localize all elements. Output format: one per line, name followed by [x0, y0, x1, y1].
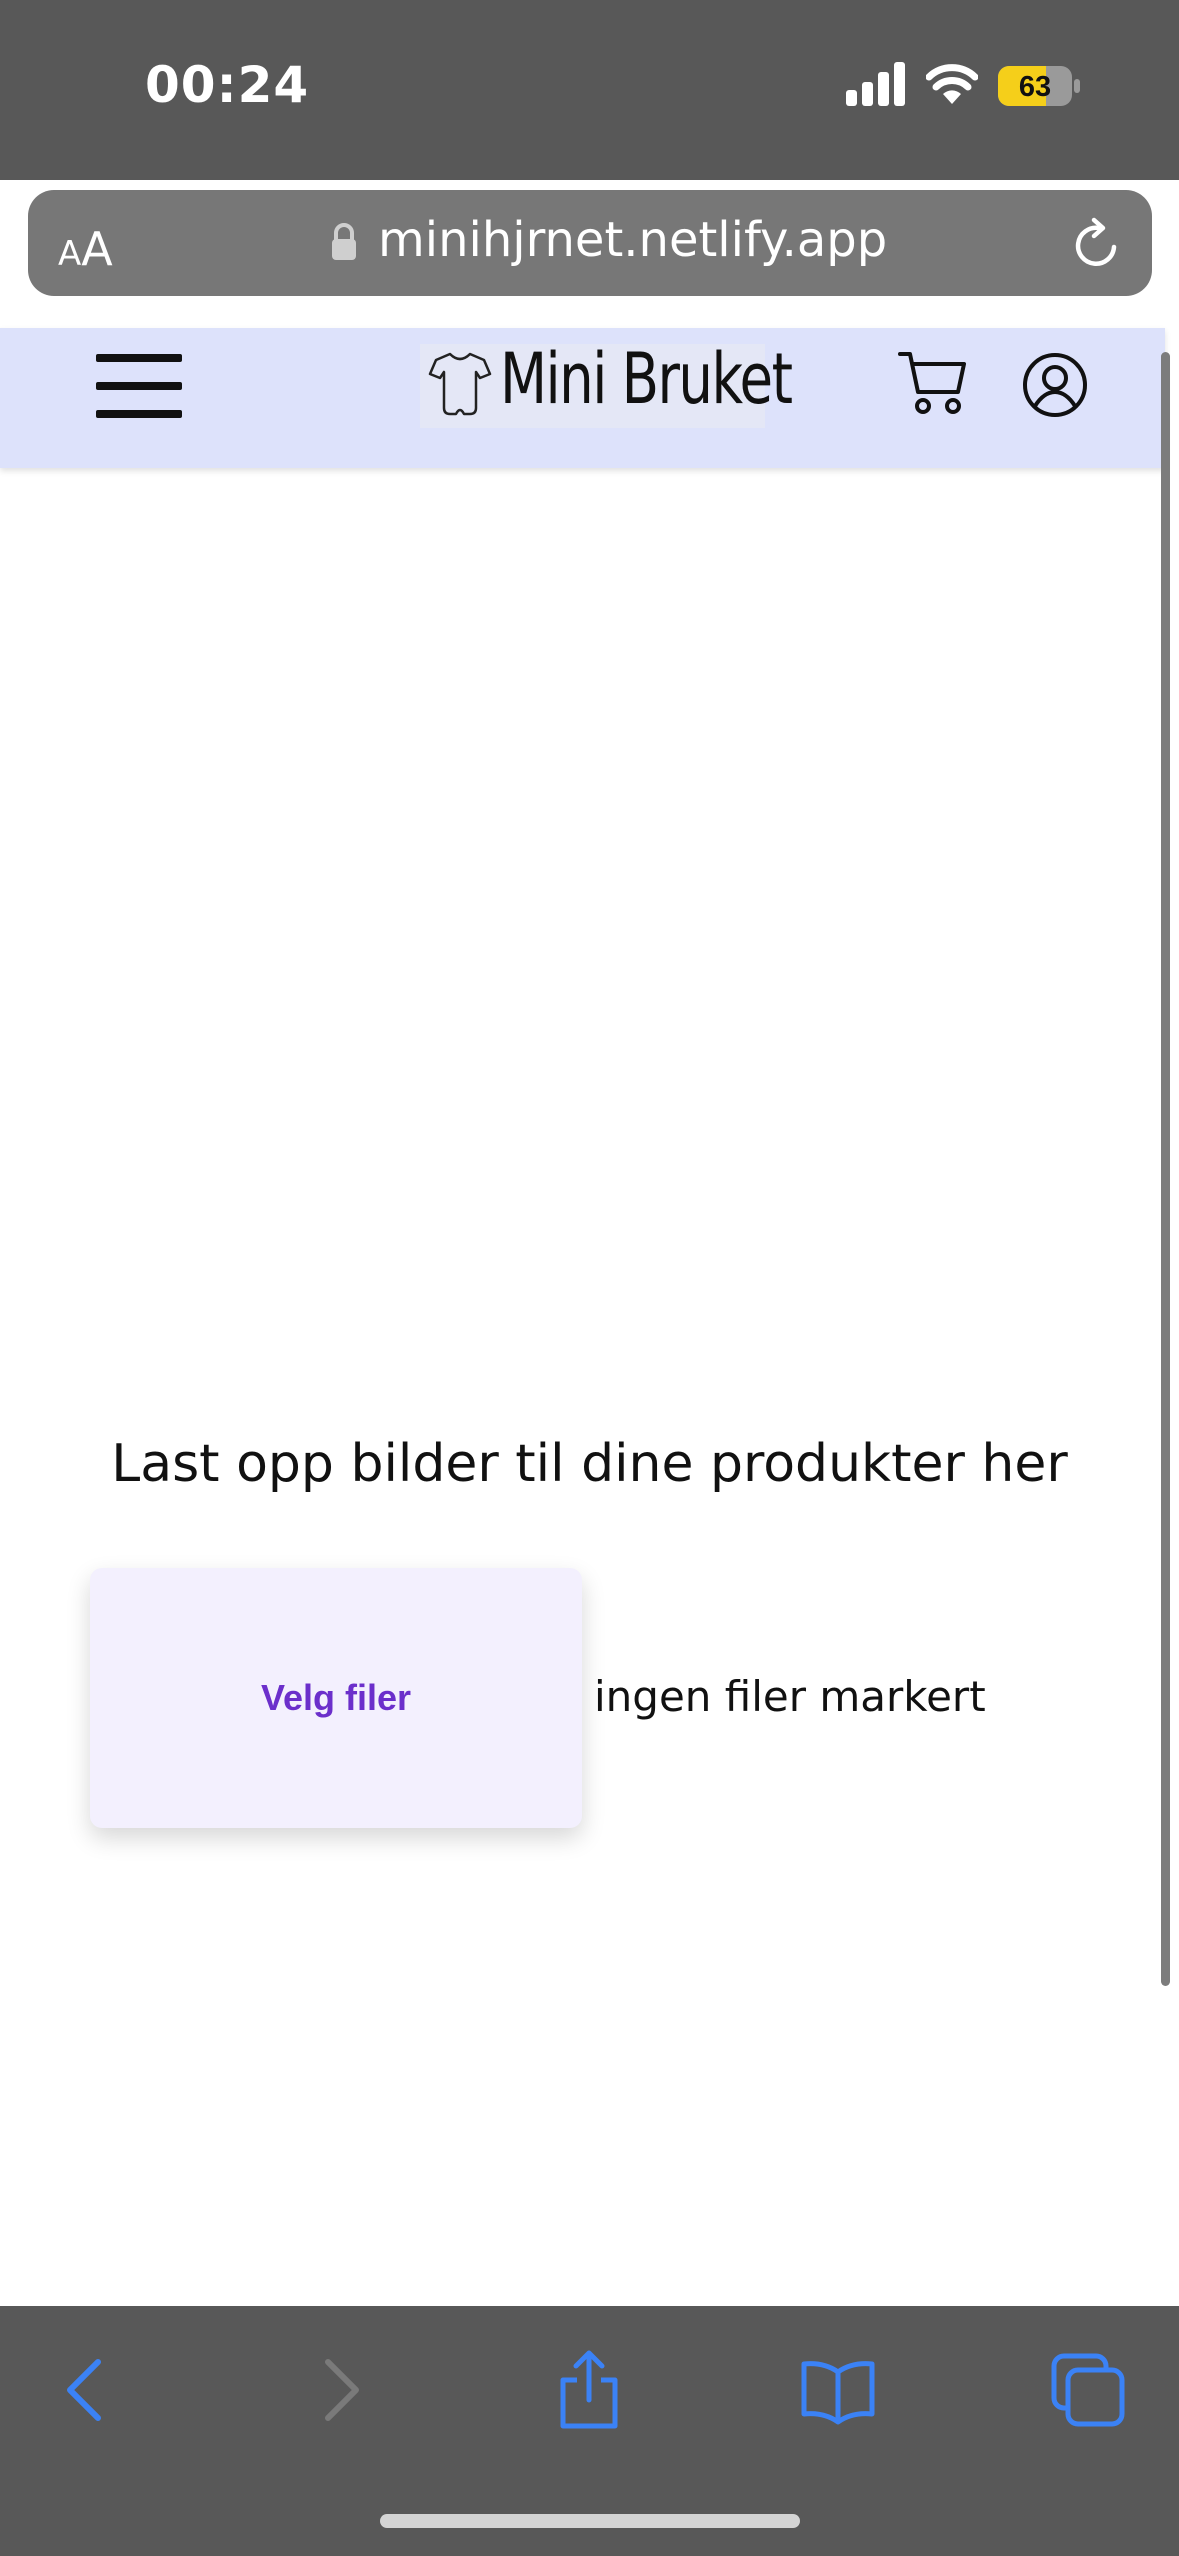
wifi-icon: [926, 64, 978, 104]
onesie-icon: [428, 352, 492, 416]
text-size-small-label: A: [58, 234, 82, 274]
home-indicator: [380, 2514, 800, 2528]
status-time: 00:24: [145, 56, 310, 114]
upload-title: Last opp bilder til dine produkter her: [111, 1434, 1068, 1494]
text-size-button[interactable]: AA: [58, 222, 113, 276]
share-icon[interactable]: [549, 2350, 629, 2430]
logo-text: Mini Bruket: [500, 338, 793, 420]
battery-level: 63: [1019, 71, 1051, 103]
choose-files-button[interactable]: Velg filer: [90, 1568, 582, 1828]
signal-icon: [846, 62, 905, 106]
account-icon[interactable]: [1022, 352, 1088, 418]
lock-icon: [332, 223, 356, 260]
page-scrollbar[interactable]: [1161, 352, 1170, 1986]
text-size-large-label: A: [81, 222, 113, 276]
bookmarks-icon[interactable]: [798, 2350, 878, 2430]
back-icon[interactable]: [46, 2350, 126, 2430]
battery-icon: 63: [998, 66, 1080, 106]
url-text[interactable]: minihjrnet.netlify.app: [378, 212, 887, 268]
hamburger-menu-icon[interactable]: [96, 354, 182, 418]
forward-icon[interactable]: [300, 2350, 380, 2430]
tabs-icon[interactable]: [1048, 2350, 1128, 2430]
reload-icon[interactable]: [1070, 214, 1124, 272]
cart-icon[interactable]: [898, 350, 968, 416]
file-status-text: ingen filer markert: [594, 1672, 986, 1721]
